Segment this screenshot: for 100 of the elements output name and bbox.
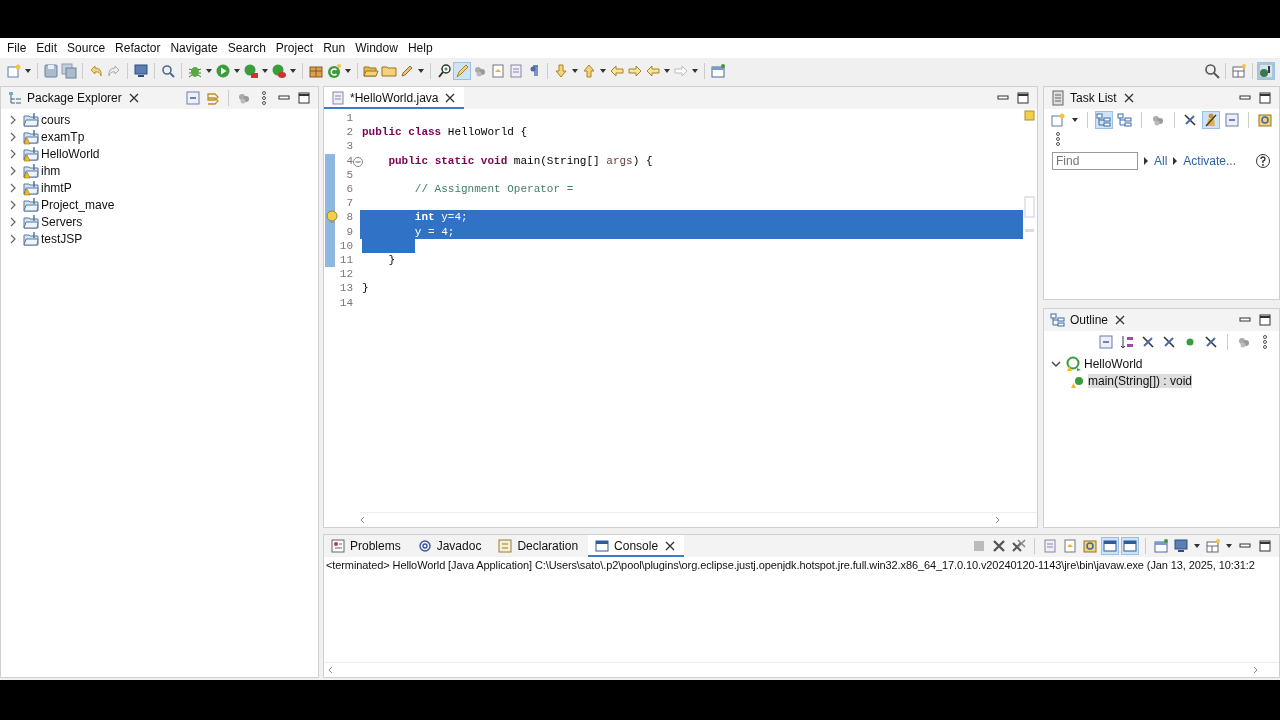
- show-output-icon[interactable]: [1102, 538, 1118, 554]
- line-number: 1: [345, 112, 353, 125]
- maximize-icon[interactable]: [1257, 90, 1273, 106]
- tree-item[interactable]: examTp: [41, 129, 85, 144]
- menu-item[interactable]: Edit: [31, 41, 63, 55]
- project-folder-icon: [23, 213, 39, 230]
- console-monitor-icon[interactable]: [1173, 538, 1189, 554]
- undo-icon[interactable]: [88, 63, 104, 79]
- sync-icon[interactable]: [1257, 112, 1273, 128]
- tree-item[interactable]: HelloWorld: [41, 146, 100, 161]
- java-perspective-icon[interactable]: [1258, 63, 1274, 79]
- project-warning-icon: [23, 145, 39, 162]
- pencil-icon[interactable]: [399, 63, 415, 79]
- activate-link[interactable]: Activate...: [1183, 154, 1237, 168]
- declaration-icon: [497, 538, 514, 554]
- console-output: <terminated> HelloWorld [Java Application] C:\Users\sato\.p2\pool\plugins\org.eclipse.justj.openjdk.hotspot.jre.full.win32.x86_64_17.0.10.v20240120-1143\jre\bin\javaw.exe (Jan 13, 2025, 10:31:2: [325, 558, 1256, 573]
- lightbulb-icon[interactable]: [324, 209, 340, 226]
- line-number: 10: [338, 239, 353, 252]
- menu-item[interactable]: Help: [402, 41, 438, 55]
- line-number: 5: [345, 168, 353, 181]
- categorize-icon[interactable]: [1095, 112, 1112, 128]
- open-perspective-icon[interactable]: [1231, 63, 1247, 79]
- tree-item[interactable]: Project_mave: [41, 197, 115, 212]
- person-icon[interactable]: [1203, 112, 1220, 128]
- tree-item[interactable]: ihmtP: [41, 180, 72, 195]
- panel-tab[interactable]: *HelloWorld.java: [324, 87, 465, 109]
- line-number: 9: [345, 225, 353, 238]
- menu-item[interactable]: Window: [350, 41, 403, 55]
- pin-search-icon[interactable]: [436, 63, 452, 79]
- project-warning-icon: [23, 128, 39, 145]
- maximize-icon[interactable]: [1015, 90, 1031, 106]
- hide-local-icon[interactable]: [1203, 334, 1219, 350]
- coverage-icon[interactable]: [271, 63, 287, 79]
- triangle-icon: [1173, 157, 1178, 165]
- tree-item[interactable]: cours: [41, 112, 71, 127]
- collapse-all-icon[interactable]: [1224, 112, 1241, 128]
- show-error-icon[interactable]: [1122, 538, 1138, 554]
- pin-console-icon[interactable]: [1082, 538, 1098, 554]
- menu-item[interactable]: Refactor: [110, 41, 166, 55]
- menu-item[interactable]: Run: [318, 41, 351, 55]
- line-number: 6: [345, 183, 353, 196]
- project-warning-icon: [23, 179, 39, 196]
- collapse-all-icon[interactable]: [185, 90, 201, 106]
- tree-item[interactable]: HelloWorld: [1084, 356, 1143, 371]
- console-icon: [594, 538, 611, 554]
- code-line: public class HelloWorld {: [361, 125, 529, 140]
- maximize-icon[interactable]: [1257, 312, 1273, 328]
- menu-item[interactable]: File: [2, 41, 32, 55]
- tree-item[interactable]: Servers: [41, 214, 83, 229]
- line-number: 12: [338, 268, 353, 281]
- panel-tab[interactable]: Console: [588, 535, 685, 557]
- collapse-all-icon[interactable]: [1098, 334, 1114, 350]
- problems-icon: [330, 538, 346, 554]
- run-tool-icon[interactable]: [243, 63, 259, 79]
- line-number: 4: [345, 154, 353, 167]
- triangle-icon: [1144, 157, 1148, 165]
- link-icon[interactable]: [205, 90, 221, 106]
- save-all-icon[interactable]: [61, 63, 77, 79]
- maximize-icon[interactable]: [1257, 538, 1273, 554]
- line-number: 14: [338, 296, 353, 309]
- menu-item[interactable]: Source: [62, 41, 111, 55]
- line-number: 2: [345, 126, 353, 139]
- line-number: 3: [345, 140, 353, 153]
- schedule-icon[interactable]: [1116, 112, 1133, 128]
- hide-fields-icon[interactable]: [1140, 334, 1156, 350]
- java-file-icon: [330, 90, 346, 106]
- package-icon[interactable]: [308, 63, 324, 79]
- display-console-icon[interactable]: [1153, 538, 1169, 554]
- tree-item[interactable]: main(String[]) : void: [1088, 373, 1193, 388]
- magnifier-icon[interactable]: [160, 63, 176, 79]
- package-explorer-icon: [7, 90, 23, 106]
- line-number: 13: [338, 282, 353, 295]
- class-icon: [1066, 355, 1082, 372]
- remove-icon[interactable]: [991, 538, 1007, 554]
- code-line: public static void main(String[] args) {: [387, 153, 654, 168]
- menu-item[interactable]: Project: [270, 41, 319, 55]
- line-number: 11: [338, 253, 353, 266]
- outline-icon: [1050, 312, 1066, 328]
- menu-item[interactable]: Navigate: [165, 41, 223, 55]
- code-line: }: [361, 281, 370, 296]
- remove-all-icon[interactable]: [1011, 538, 1027, 554]
- project-folder-icon: [23, 196, 39, 213]
- tree-item[interactable]: testJSP: [41, 231, 83, 246]
- window-icon[interactable]: [710, 63, 726, 79]
- menu-item[interactable]: Search: [222, 41, 271, 55]
- maximize-icon[interactable]: [296, 90, 312, 106]
- forward-icon[interactable]: [627, 63, 643, 79]
- javadoc-icon: [416, 538, 433, 554]
- search-icon[interactable]: [1204, 63, 1220, 79]
- project-folder-icon: [23, 111, 39, 128]
- sort-icon[interactable]: [1119, 334, 1135, 350]
- code-line: // Assignment Operator =: [413, 181, 575, 197]
- monitor-icon[interactable]: [133, 63, 149, 79]
- find-field[interactable]: Find: [1052, 152, 1138, 170]
- help-icon[interactable]: [1255, 153, 1271, 169]
- hide-static-icon[interactable]: [1161, 334, 1177, 350]
- open-folder-icon[interactable]: [363, 63, 379, 79]
- tree-item[interactable]: ihm: [41, 163, 61, 178]
- all-link[interactable]: All: [1154, 154, 1168, 168]
- code-line: }: [387, 252, 396, 268]
